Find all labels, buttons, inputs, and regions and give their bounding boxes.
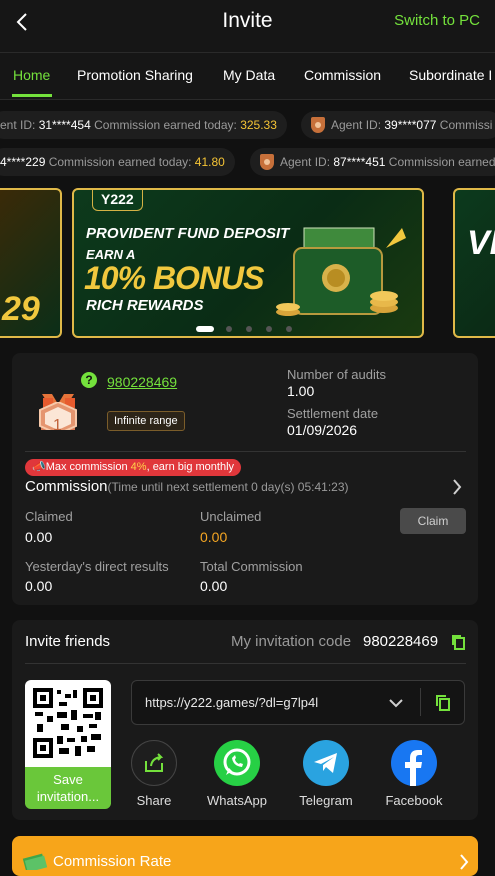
commission-rate-button[interactable]: Commission Rate — [12, 836, 478, 876]
save-invitation-button[interactable]: Save invitation... — [25, 767, 111, 809]
carousel-dot-active[interactable] — [196, 326, 214, 332]
banner-tagline: RICH REWARDS — [86, 297, 204, 314]
help-icon[interactable]: ? — [80, 371, 98, 389]
carousel-dot[interactable] — [266, 326, 272, 332]
banner-heading: PROVIDENT FUND DEPOSIT — [86, 225, 290, 242]
banner-slide-prev[interactable]: 29 — [0, 188, 62, 338]
telegram-label: Telegram — [299, 793, 353, 808]
facebook-button[interactable]: Facebook — [379, 740, 449, 808]
telegram-icon — [303, 740, 349, 786]
carousel-dot[interactable] — [246, 326, 252, 332]
chevron-right-icon[interactable] — [451, 478, 463, 496]
invitation-code-label: My invitation code — [231, 633, 352, 650]
yesterday-results-value: 0.00 — [25, 578, 53, 594]
yesterday-results-label: Yesterday's direct results — [25, 559, 169, 574]
medal-icon — [260, 153, 274, 170]
banner-slide[interactable]: Y222 PROVIDENT FUND DEPOSIT EARN A 10% B… — [72, 188, 424, 338]
wallet-coins-illustration — [276, 227, 406, 316]
divider — [420, 688, 421, 716]
facebook-icon — [391, 740, 437, 786]
chevron-right-icon — [460, 854, 469, 870]
range-badge: Infinite range — [107, 411, 185, 431]
settlement-date-label: Settlement date — [287, 406, 379, 421]
max-commission-badge: 📣Max commission 4%, earn big monthly — [25, 459, 242, 476]
whatsapp-button[interactable]: WhatsApp — [202, 740, 272, 808]
settlement-date-value: 01/09/2026 — [287, 422, 358, 438]
share-button[interactable]: Share — [119, 740, 189, 808]
copy-icon[interactable] — [451, 634, 465, 650]
banner-bonus: 10% BONUS — [84, 260, 264, 296]
svg-text:?: ? — [85, 373, 92, 387]
share-icon — [131, 740, 177, 786]
claim-button[interactable]: Claim — [400, 508, 466, 534]
copy-link-icon[interactable] — [435, 694, 451, 712]
tab-commission[interactable]: Commission — [304, 67, 381, 83]
megaphone-icon: 📣 — [32, 461, 46, 473]
whatsapp-icon — [214, 740, 260, 786]
carousel-dot[interactable] — [286, 326, 292, 332]
carousel-dot[interactable] — [226, 326, 232, 332]
commission-title: Commission — [25, 478, 108, 495]
whatsapp-label: WhatsApp — [207, 793, 267, 808]
audits-label: Number of audits — [287, 367, 386, 382]
tab-subordinate[interactable]: Subordinate I — [409, 67, 492, 83]
switch-to-pc-link[interactable]: Switch to PC — [394, 12, 480, 29]
ticker-item: ent ID: 31****454 Commission earned toda… — [0, 111, 287, 139]
tab-promotion-sharing[interactable]: Promotion Sharing — [77, 67, 193, 83]
banner-slide-next[interactable]: VI — [453, 188, 495, 338]
active-tab-indicator — [12, 94, 52, 97]
invite-link-text: https://y222.games/?dl=g7lp4l — [145, 695, 319, 710]
commission-header[interactable]: Commission(Time until next settlement 0 … — [25, 478, 349, 495]
ticker-item: Agent ID: 39****077 Commissi — [301, 111, 495, 139]
audits-value: 1.00 — [287, 383, 315, 399]
brand-logo: Y222 — [92, 190, 143, 211]
settlement-countdown: (Time until next settlement 0 day(s) 05:… — [107, 480, 349, 494]
facebook-label: Facebook — [385, 793, 443, 808]
divider — [25, 663, 466, 664]
tab-my-data[interactable]: My Data — [223, 67, 275, 83]
ticker-item: 4****229 Commission earned today: 41.80 — [0, 148, 235, 176]
claimed-label: Claimed — [25, 509, 73, 524]
invitation-code-value: 980228469 — [363, 633, 439, 650]
ticker-item: Agent ID: 87****451 Commission earned — [250, 148, 495, 176]
tab-bar: Home Promotion Sharing My Data Commissio… — [0, 52, 495, 100]
share-label: Share — [136, 793, 172, 808]
unclaimed-value: 0.00 — [200, 529, 228, 545]
save-invitation-label: Save invitation... — [36, 772, 100, 804]
total-commission-value: 0.00 — [200, 578, 228, 594]
chevron-down-icon[interactable] — [388, 697, 404, 709]
commission-rate-label: Commission Rate — [53, 853, 172, 870]
unclaimed-label: Unclaimed — [200, 509, 262, 524]
qr-code-icon — [33, 688, 103, 758]
money-stack-icon — [22, 853, 48, 870]
telegram-button[interactable]: Telegram — [291, 740, 361, 808]
medal-icon — [311, 116, 325, 133]
user-id[interactable]: 980228469 — [107, 374, 177, 390]
invite-friends-title: Invite friends — [25, 633, 111, 650]
tab-home[interactable]: Home — [13, 67, 50, 83]
claimed-value: 0.00 — [25, 529, 53, 545]
divider — [25, 451, 466, 452]
total-commission-label: Total Commission — [200, 559, 303, 574]
rank-number: 1 — [53, 417, 62, 434]
